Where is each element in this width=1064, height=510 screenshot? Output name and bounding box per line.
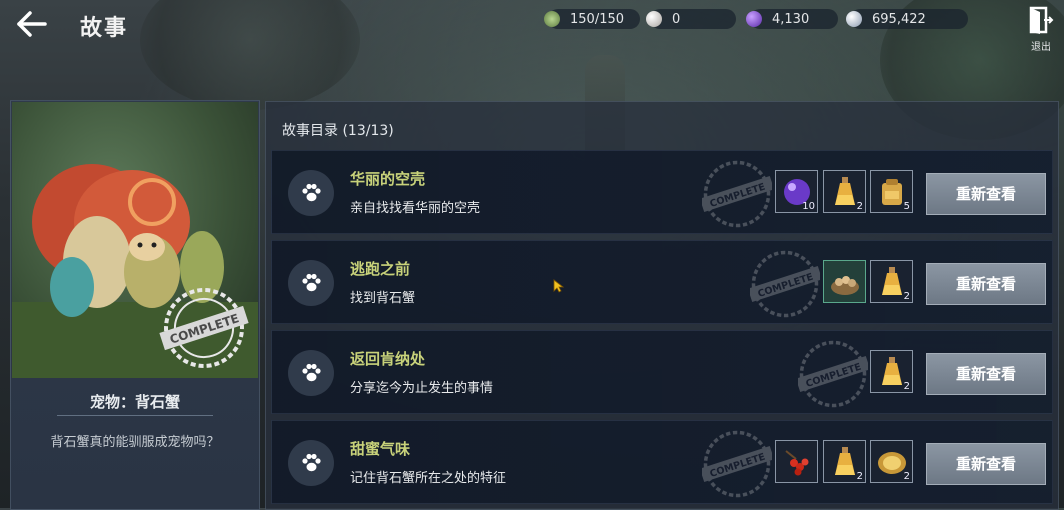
svg-text:COMPLETE: COMPLETE — [804, 362, 862, 390]
pet-food-bowl-icon — [831, 276, 859, 295]
story-description: 找到背石蟹 — [350, 291, 416, 306]
pet-illustration: COMPLETE — [12, 102, 258, 378]
complete-stamp-icon: COMPLETE — [750, 250, 820, 318]
arrow-left-icon — [17, 11, 47, 37]
divider — [57, 415, 213, 416]
reward-item[interactable]: 2 — [870, 260, 913, 303]
replay-button[interactable]: 重新查看 — [926, 353, 1046, 395]
reward-count: 5 — [903, 201, 910, 212]
leaf-energy-icon — [544, 11, 560, 27]
background-tree — [140, 0, 360, 110]
resource-energy: 150/150 — [544, 9, 640, 29]
reward-item[interactable]: 2 — [823, 170, 866, 213]
pet-card: COMPLETE 宠物：背石蟹 背石蟹真的能驯服成宠物吗？ — [10, 100, 260, 510]
paw-icon — [288, 440, 334, 486]
complete-stamp-icon: COMPLETE — [702, 430, 772, 498]
story-row: 返回肯纳处 分享迄今为止发生的事情 COMPLETE 2 重新查看 — [271, 330, 1053, 414]
pet-question: 背石蟹真的能驯服成宠物吗？ — [50, 435, 220, 450]
reward-item[interactable]: 2 — [870, 350, 913, 393]
paw-icon — [288, 170, 334, 216]
story-title: 逃跑之前 — [350, 260, 411, 278]
story-row: 华丽的空壳 亲自找找看华丽的空壳 COMPLETE 10 2 5 重新查看 — [271, 150, 1053, 234]
story-description: 分享迄今为止发生的事情 — [350, 381, 494, 396]
replay-button[interactable]: 重新查看 — [926, 263, 1046, 305]
reward-item[interactable]: 2 — [870, 440, 913, 483]
exit-door-icon — [1029, 6, 1054, 34]
reward-count: 2 — [856, 471, 863, 482]
red-berries-icon — [785, 450, 809, 476]
pearl-value: 0 — [672, 11, 681, 27]
mouse-cursor-icon — [553, 279, 565, 293]
paw-icon — [288, 350, 334, 396]
pet-name: 宠物：背石蟹 — [89, 393, 180, 411]
silver-coin-icon — [846, 11, 862, 27]
reward-item[interactable] — [775, 440, 818, 483]
resource-purple-gem: 4,130 — [746, 9, 838, 29]
paw-icon — [288, 260, 334, 306]
story-row: 甜蜜气味 记住背石蟹所在之处的特征 COMPLETE 2 2 重新查看 — [271, 420, 1053, 504]
back-button[interactable] — [14, 8, 48, 40]
page-title: 故事 — [80, 16, 129, 41]
story-title: 甜蜜气味 — [350, 440, 411, 458]
story-description: 亲自找找看华丽的空壳 — [350, 201, 481, 216]
reward-count: 2 — [903, 471, 910, 482]
purple-gem-icon — [746, 11, 762, 27]
replay-button[interactable]: 重新查看 — [926, 443, 1046, 485]
svg-text:COMPLETE: COMPLETE — [756, 272, 814, 300]
resource-silver: 695,422 — [846, 9, 968, 29]
complete-stamp-icon: COMPLETE — [798, 340, 868, 408]
replay-button[interactable]: 重新查看 — [926, 173, 1046, 215]
story-list-panel: 故事目录 (13/13) 华丽的空壳 亲自找找看华丽的空壳 COMPLETE 1… — [265, 101, 1059, 510]
reward-count: 2 — [856, 201, 863, 212]
energy-value: 150/150 — [570, 11, 625, 27]
story-title: 返回肯纳处 — [350, 350, 426, 368]
complete-stamp-icon: COMPLETE — [702, 160, 772, 228]
reward-count: 10 — [802, 201, 815, 212]
story-row: 逃跑之前 找到背石蟹 COMPLETE 2 重新查看 — [271, 240, 1053, 324]
resource-pearl: 0 — [646, 9, 736, 29]
story-title: 华丽的空壳 — [350, 170, 426, 188]
exit-button[interactable]: 退出 — [1026, 6, 1056, 53]
reward-count: 2 — [903, 291, 910, 302]
silver-value: 695,422 — [872, 11, 926, 27]
story-description: 记住背石蟹所在之处的特征 — [350, 471, 507, 486]
svg-text:COMPLETE: COMPLETE — [708, 182, 766, 210]
reward-item[interactable]: 10 — [775, 170, 818, 213]
reward-item[interactable]: 5 — [870, 170, 913, 213]
story-list-header: 故事目录 (13/13) — [282, 123, 394, 139]
svg-text:COMPLETE: COMPLETE — [708, 452, 766, 480]
exit-label: 退出 — [1031, 42, 1051, 53]
reward-count: 2 — [903, 381, 910, 392]
pearl-icon — [646, 11, 662, 27]
purple-gem-value: 4,130 — [772, 11, 810, 27]
reward-item[interactable]: 2 — [823, 440, 866, 483]
reward-item[interactable] — [823, 260, 866, 303]
